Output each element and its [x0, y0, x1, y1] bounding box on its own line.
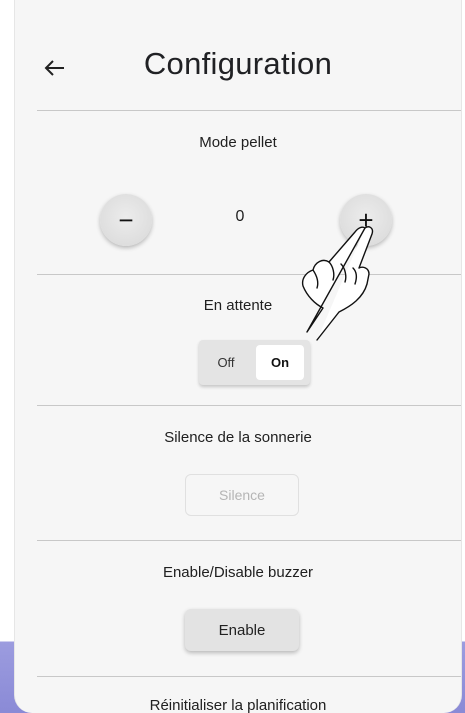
enable-buzzer-button[interactable]: Enable	[185, 609, 299, 651]
standby-toggle[interactable]: Off On	[199, 340, 310, 385]
toggle-option-on[interactable]: On	[256, 345, 304, 380]
silence-button[interactable]: Silence	[185, 474, 299, 516]
minus-icon: −	[118, 204, 134, 235]
divider	[37, 274, 461, 275]
pellet-mode-label: Mode pellet	[199, 134, 277, 151]
reset-schedule-label: Réinitialiser la planification	[149, 697, 327, 713]
plus-icon: +	[358, 204, 374, 235]
toggle-option-off[interactable]: Off	[199, 340, 253, 385]
divider	[37, 405, 461, 406]
decrement-button[interactable]: −	[100, 194, 152, 246]
configuration-screen: Configuration Mode pellet − 0 + En atten…	[14, 0, 462, 713]
scrollbar[interactable]	[461, 300, 462, 460]
header: Configuration	[15, 0, 461, 110]
increment-button[interactable]: +	[340, 194, 392, 246]
page-title: Configuration	[143, 46, 333, 81]
device-frame: Configuration Mode pellet − 0 + En atten…	[0, 0, 465, 713]
divider	[37, 110, 461, 111]
divider	[37, 676, 461, 677]
ringer-silence-label: Silence de la sonnerie	[164, 429, 312, 446]
divider	[37, 540, 461, 541]
pellet-mode-value: 0	[235, 208, 245, 225]
standby-label: En attente	[203, 297, 273, 314]
buzzer-label: Enable/Disable buzzer	[162, 564, 314, 581]
